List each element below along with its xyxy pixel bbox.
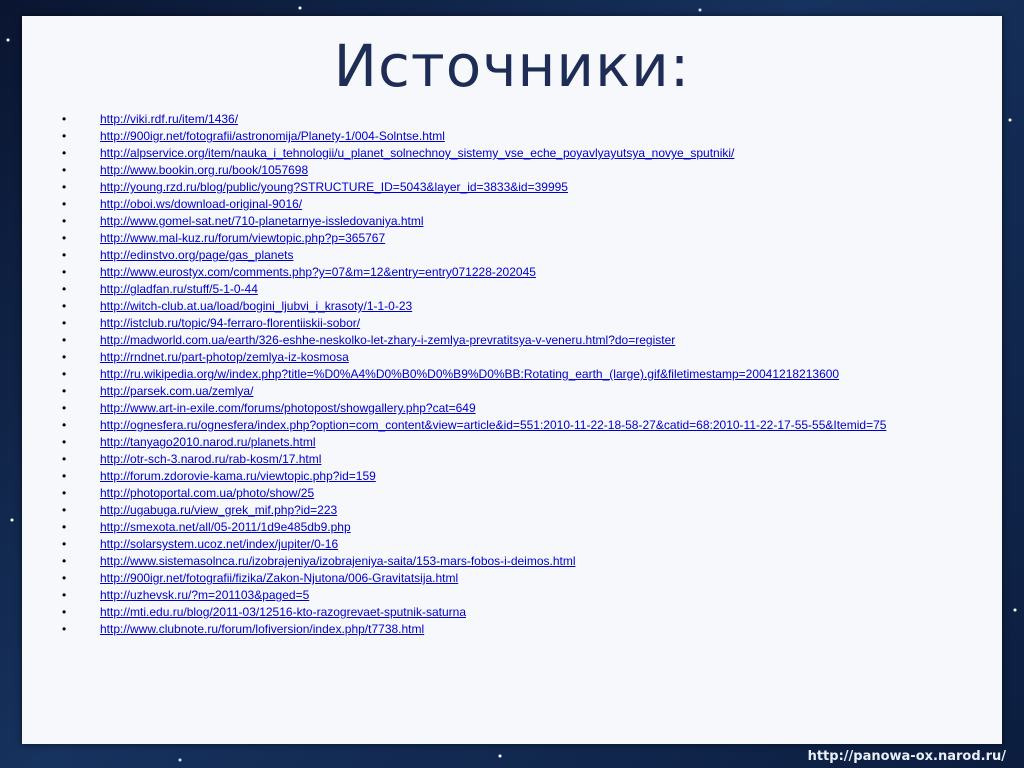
bullet-icon: •: [62, 367, 67, 381]
list-item: • http://ugabuga.ru/view_grek_mif.php?id=…: [62, 502, 992, 519]
list-item: • http://www.mal-kuz.ru/forum/viewtopic.p…: [62, 230, 992, 247]
list-item: • http://edinstvo.org/page/gas_planets: [62, 247, 992, 264]
bullet-icon: •: [62, 350, 67, 364]
bullet-icon: •: [62, 146, 67, 160]
bullet-icon: •: [62, 588, 67, 602]
bullet-icon: •: [62, 282, 67, 296]
list-item: • http://parsek.com.ua/zemlya/: [62, 383, 992, 400]
source-link[interactable]: http://www.art-in-exile.com/forums/photo…: [100, 401, 476, 415]
source-link[interactable]: http://forum.zdorovie-kama.ru/viewtopic.…: [100, 469, 376, 483]
source-link[interactable]: http://photoportal.com.ua/photo/show/25: [100, 486, 314, 500]
list-item: • http://photoportal.com.ua/photo/show/25: [62, 485, 992, 502]
bullet-icon: •: [62, 503, 67, 517]
bullet-icon: •: [62, 333, 67, 347]
source-link[interactable]: http://www.gomel-sat.net/710-planetarnye…: [100, 214, 424, 228]
list-item: • http://www.clubnote.ru/forum/lofiversio…: [62, 621, 992, 638]
list-item: • http://witch-club.at.ua/load/bogini_lju…: [62, 298, 992, 315]
source-link[interactable]: http://ru.wikipedia.org/w/index.php?titl…: [100, 367, 839, 381]
list-item: • http://uzhevsk.ru/?m=201103&paged=5: [62, 587, 992, 604]
bullet-icon: •: [62, 469, 67, 483]
bullet-icon: •: [62, 486, 67, 500]
footer-watermark: http://panowa-ox.narod.ru/: [807, 749, 1006, 764]
source-link[interactable]: http://otr-sch-3.narod.ru/rab-kosm/17.ht…: [100, 452, 321, 466]
list-item: • http://www.bookin.org.ru/book/1057698: [62, 162, 992, 179]
source-link[interactable]: http://ognesfera.ru/ognesfera/index.php?…: [100, 418, 886, 432]
source-link[interactable]: http://smexota.net/all/05-2011/1d9e485db…: [100, 520, 351, 534]
list-item: • http://www.gomel-sat.net/710-planetarny…: [62, 213, 992, 230]
list-item: • http://madworld.com.ua/earth/326-eshhe-…: [62, 332, 992, 349]
list-item: • http://900igr.net/fotografii/fizika/Zak…: [62, 570, 992, 587]
bullet-icon: •: [62, 299, 67, 313]
source-link[interactable]: http://rndnet.ru/part-photop/zemlya-iz-k…: [100, 350, 349, 364]
source-link[interactable]: http://uzhevsk.ru/?m=201103&paged=5: [100, 588, 309, 602]
list-item: • http://viki.rdf.ru/item/1436/: [62, 111, 992, 128]
source-link[interactable]: http://istclub.ru/topic/94-ferraro-flore…: [100, 316, 360, 330]
bullet-icon: •: [62, 605, 67, 619]
bullet-icon: •: [62, 112, 67, 126]
list-item: • http://young.rzd.ru/blog/public/young?S…: [62, 179, 992, 196]
source-link[interactable]: http://gladfan.ru/stuff/5-1-0-44: [100, 282, 258, 296]
list-item: • http://rndnet.ru/part-photop/zemlya-iz-…: [62, 349, 992, 366]
source-link[interactable]: http://www.eurostyx.com/comments.php?y=0…: [100, 265, 536, 279]
source-link[interactable]: http://madworld.com.ua/earth/326-eshhe-n…: [100, 333, 675, 347]
source-link[interactable]: http://witch-club.at.ua/load/bogini_ljub…: [100, 299, 412, 313]
list-item: • http://solarsystem.ucoz.net/index/jupit…: [62, 536, 992, 553]
source-link[interactable]: http://alpservice.org/item/nauka_i_tehno…: [100, 146, 734, 160]
source-link[interactable]: http://edinstvo.org/page/gas_planets: [100, 248, 293, 262]
source-link[interactable]: http://tanyago2010.narod.ru/planets.html: [100, 435, 315, 449]
list-item: • http://www.eurostyx.com/comments.php?y=…: [62, 264, 992, 281]
list-item: • http://oboi.ws/download-original-9016/: [62, 196, 992, 213]
slide-title: Источники:: [333, 32, 691, 100]
source-link[interactable]: http://young.rzd.ru/blog/public/young?ST…: [100, 180, 568, 194]
source-link[interactable]: http://900igr.net/fotografii/astronomija…: [100, 129, 445, 143]
source-link[interactable]: http://www.mal-kuz.ru/forum/viewtopic.ph…: [100, 231, 385, 245]
list-item: • http://900igr.net/fotografii/astronomij…: [62, 128, 992, 145]
bullet-icon: •: [62, 384, 67, 398]
bullet-icon: •: [62, 401, 67, 415]
bullet-icon: •: [62, 435, 67, 449]
source-link[interactable]: http://www.clubnote.ru/forum/lofiversion…: [100, 622, 424, 636]
source-link[interactable]: http://ugabuga.ru/view_grek_mif.php?id=2…: [100, 503, 337, 517]
bullet-icon: •: [62, 554, 67, 568]
list-item: • http://ru.wikipedia.org/w/index.php?tit…: [62, 366, 992, 383]
list-item: • http://www.sistemasolnca.ru/izobrajeniy…: [62, 553, 992, 570]
list-item: • http://www.art-in-exile.com/forums/phot…: [62, 400, 992, 417]
bullet-icon: •: [62, 265, 67, 279]
bullet-icon: •: [62, 163, 67, 177]
bullet-icon: •: [62, 316, 67, 330]
list-item: • http://alpservice.org/item/nauka_i_tehn…: [62, 145, 992, 162]
list-item: • http://otr-sch-3.narod.ru/rab-kosm/17.h…: [62, 451, 992, 468]
source-link[interactable]: http://mti.edu.ru/blog/2011-03/12516-kto…: [100, 605, 466, 619]
source-link[interactable]: http://viki.rdf.ru/item/1436/: [100, 112, 238, 126]
bullet-icon: •: [62, 248, 67, 262]
bullet-icon: •: [62, 537, 67, 551]
bullet-icon: •: [62, 520, 67, 534]
bullet-icon: •: [62, 231, 67, 245]
bullet-icon: •: [62, 180, 67, 194]
source-link[interactable]: http://900igr.net/fotografii/fizika/Zako…: [100, 571, 458, 585]
list-item: • http://istclub.ru/topic/94-ferraro-flor…: [62, 315, 992, 332]
bullet-icon: •: [62, 214, 67, 228]
slide-frame: Источники: • http://viki.rdf.ru/item/1436…: [22, 16, 1002, 744]
source-link[interactable]: http://www.bookin.org.ru/book/1057698: [100, 163, 308, 177]
source-link[interactable]: http://oboi.ws/download-original-9016/: [100, 197, 302, 211]
list-item: • http://forum.zdorovie-kama.ru/viewtopic…: [62, 468, 992, 485]
bullet-icon: •: [62, 571, 67, 585]
bullet-icon: •: [62, 418, 67, 432]
bullet-icon: •: [62, 452, 67, 466]
bullet-icon: •: [62, 622, 67, 636]
list-item: • http://mti.edu.ru/blog/2011-03/12516-kt…: [62, 604, 992, 621]
source-link[interactable]: http://parsek.com.ua/zemlya/: [100, 384, 253, 398]
bullet-icon: •: [62, 197, 67, 211]
source-link[interactable]: http://solarsystem.ucoz.net/index/jupite…: [100, 537, 338, 551]
list-item: • http://tanyago2010.narod.ru/planets.htm…: [62, 434, 992, 451]
list-item: • http://smexota.net/all/05-2011/1d9e485d…: [62, 519, 992, 536]
source-link[interactable]: http://www.sistemasolnca.ru/izobrajeniya…: [100, 554, 576, 568]
bullet-icon: •: [62, 129, 67, 143]
list-item: • http://ognesfera.ru/ognesfera/index.php…: [62, 417, 992, 434]
list-item: • http://gladfan.ru/stuff/5-1-0-44: [62, 281, 992, 298]
source-list: • http://viki.rdf.ru/item/1436/ • http://90…: [62, 111, 992, 638]
